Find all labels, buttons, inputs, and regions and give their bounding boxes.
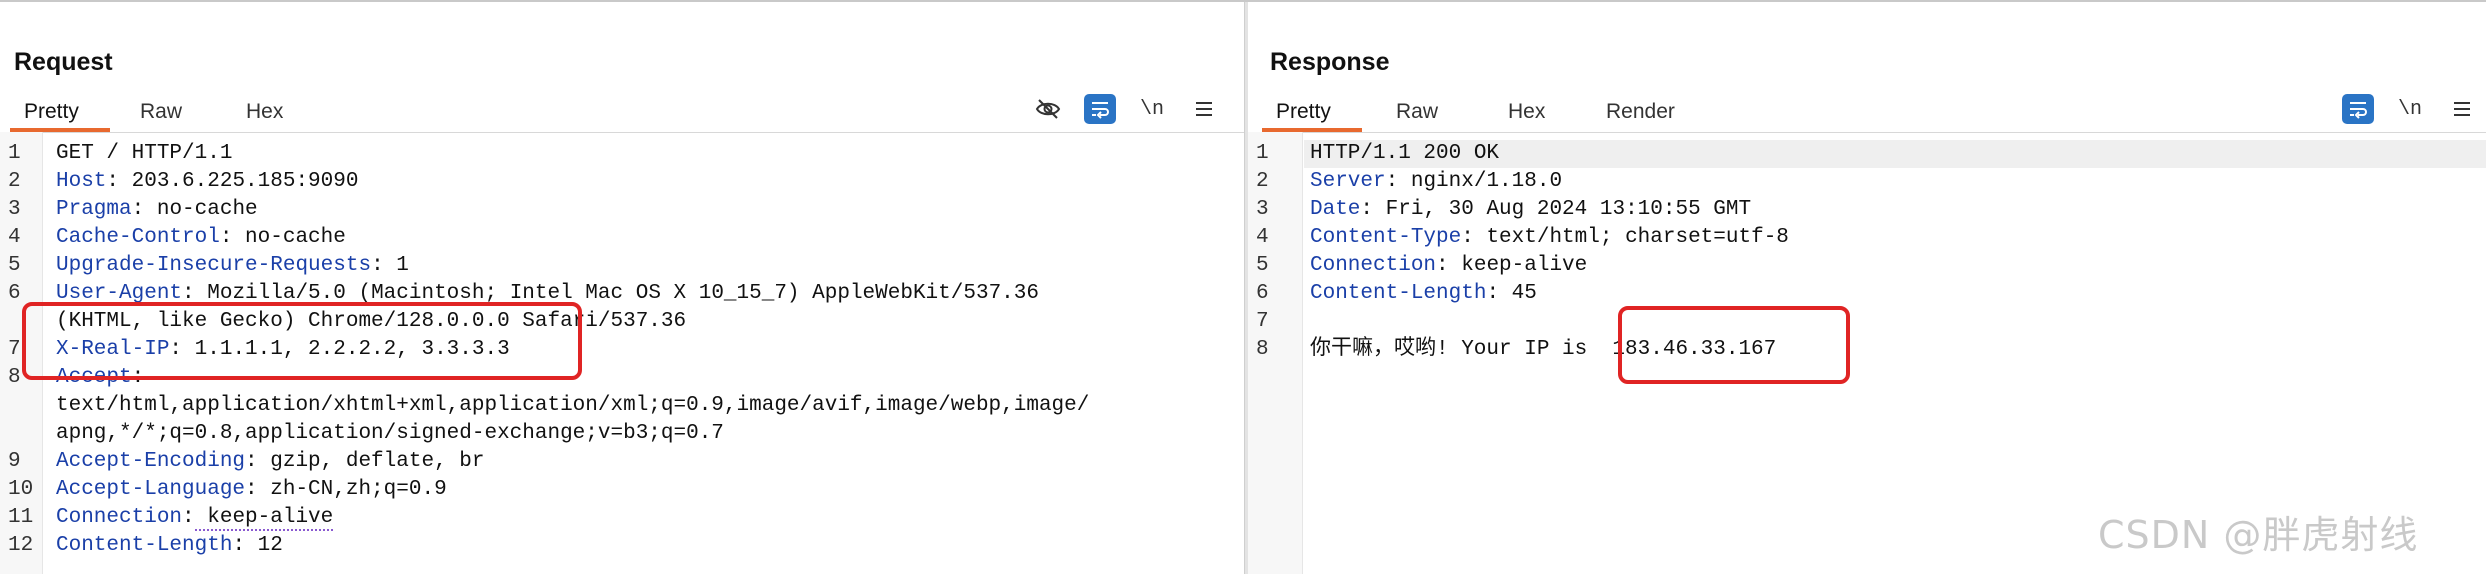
request-tab-hex[interactable]: Hex — [232, 94, 297, 132]
hide-nonprintable-button[interactable] — [1032, 94, 1064, 124]
wrap-icon — [1092, 102, 1109, 119]
request-menu-button[interactable] — [1188, 94, 1220, 124]
request-tab-raw[interactable]: Raw — [126, 94, 196, 132]
watermark: CSDN @胖虎射线 — [2098, 513, 2419, 557]
request-title: Request — [14, 48, 113, 76]
response-menu-button[interactable] — [2446, 94, 2478, 124]
response-tab-raw[interactable]: Raw — [1382, 94, 1452, 132]
response-tab-pretty[interactable]: Pretty — [1262, 94, 1362, 132]
highlight-box-client-ip — [1618, 306, 1850, 384]
eye-slash-icon — [1035, 99, 1061, 119]
response-tab-render[interactable]: Render — [1592, 94, 1689, 132]
hamburger-icon — [1196, 102, 1212, 116]
response-title: Response — [1270, 48, 1390, 76]
response-pane: Response Pretty Raw Hex Render \n 1 HTTP/… — [1248, 2, 2486, 574]
wrap-lines-button[interactable] — [2342, 94, 2374, 124]
response-tab-hex[interactable]: Hex — [1494, 94, 1559, 132]
request-pane: Request Pretty Raw Hex \n 1 GET / HTTP/1.… — [0, 2, 1244, 574]
show-newlines-button[interactable]: \n — [1136, 94, 1168, 124]
hamburger-icon — [2454, 102, 2470, 116]
code-line: 1 HTTP/1.1 200 OK — [1248, 140, 2486, 168]
request-tab-pretty[interactable]: Pretty — [10, 94, 110, 132]
highlight-box-x-real-ip — [22, 302, 582, 380]
wrap-icon — [2350, 102, 2367, 119]
show-newlines-button[interactable]: \n — [2394, 94, 2426, 124]
wrap-lines-button[interactable] — [1084, 94, 1116, 124]
